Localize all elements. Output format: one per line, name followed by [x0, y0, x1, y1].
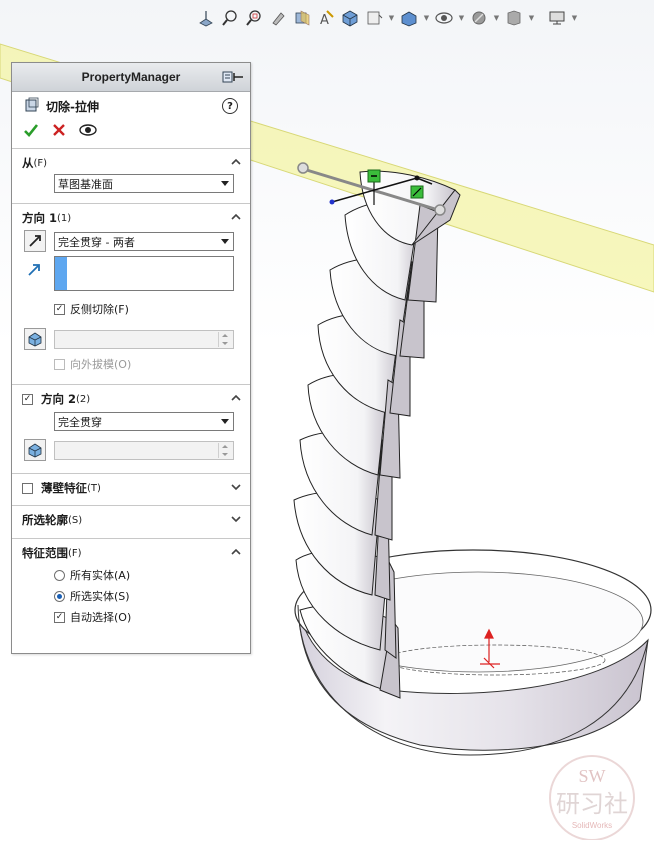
view-orientation-cube-icon[interactable]	[340, 8, 360, 28]
draft-angle-input[interactable]	[54, 330, 234, 349]
chevron-up-icon[interactable]	[231, 212, 241, 222]
selected-bodies-radio[interactable]: 所选实体(S)	[54, 588, 130, 604]
draft-angle-input[interactable]	[54, 441, 234, 460]
chevron-down-icon[interactable]: ▼	[423, 8, 430, 28]
heads-up-view-toolbar: A ▼ ▼ ▼ ▼ ▼ ▼	[196, 6, 578, 30]
draft-button[interactable]	[24, 328, 46, 350]
apply-scene-icon[interactable]	[469, 8, 489, 28]
ok-button[interactable]	[23, 122, 39, 141]
help-button[interactable]: ?	[222, 98, 238, 114]
view-orientation-icon[interactable]	[196, 8, 216, 28]
all-bodies-radio[interactable]: 所有实体(A)	[54, 567, 130, 583]
svg-text:SolidWorks: SolidWorks	[572, 821, 612, 830]
from-section: 从 (F) 草图基准面	[12, 148, 250, 203]
hide-show-items-icon[interactable]	[399, 8, 419, 28]
svg-text:A: A	[320, 13, 329, 27]
selected-contours-header[interactable]: 所选轮廓 (S)	[12, 506, 250, 534]
reverse-direction-button[interactable]	[24, 230, 46, 252]
from-header[interactable]: 从 (F)	[12, 149, 250, 177]
section-view-icon[interactable]	[292, 8, 312, 28]
view-settings-icon[interactable]	[504, 8, 524, 28]
property-manager-titlebar: PropertyManager	[12, 63, 250, 92]
edit-appearance-icon[interactable]	[434, 8, 454, 28]
svg-text:研习社: 研习社	[556, 790, 628, 818]
chevron-up-icon[interactable]	[231, 393, 241, 403]
watermark-logo: SW 研习社 SolidWorks	[549, 755, 635, 840]
feature-name: 切除-拉伸	[46, 99, 99, 114]
flip-side-to-cut-checkbox[interactable]: ✓ 反侧切除(F)	[54, 301, 129, 317]
extruded-cut-icon	[24, 97, 40, 116]
chevron-up-icon[interactable]	[231, 157, 241, 167]
direction2-checkbox[interactable]: ✓	[22, 393, 33, 405]
previous-view-icon[interactable]	[268, 8, 288, 28]
direction2-end-condition-select[interactable]: 完全贯穿	[54, 412, 234, 431]
cancel-button[interactable]	[51, 122, 67, 141]
selected-contours-section: 所选轮廓 (S)	[12, 505, 250, 538]
display-style-icon[interactable]	[364, 8, 384, 28]
pin-icon[interactable]	[222, 70, 244, 84]
from-start-condition-select[interactable]: 草图基准面	[54, 174, 234, 193]
direction1-header[interactable]: 方向 1 (1)	[12, 204, 250, 232]
property-manager-title: PropertyManager	[81, 70, 181, 84]
chevron-down-icon[interactable]	[231, 514, 241, 524]
checkbox-checked[interactable]: ✓	[54, 303, 65, 315]
dynamic-annotation-icon[interactable]: A	[316, 8, 336, 28]
direction1-end-condition-select[interactable]: 完全贯穿 - 两者	[54, 232, 234, 251]
zoom-to-area-icon[interactable]	[244, 8, 264, 28]
draft-button[interactable]	[24, 439, 46, 461]
draft-outward-checkbox[interactable]: 向外拔模(O)	[54, 356, 131, 372]
preview-button[interactable]	[79, 122, 97, 141]
thin-feature-section: 薄壁特征 (T)	[12, 473, 250, 505]
svg-text:SW: SW	[579, 766, 606, 786]
property-manager-panel: PropertyManager 切除-拉伸 ? 从 (F) 草图基准面 方向 1…	[11, 62, 251, 654]
direction-vector-icon	[26, 262, 42, 281]
zoom-to-fit-icon[interactable]	[220, 8, 240, 28]
feature-scope-section: 特征范围 (F) 所有实体(A) 所选实体(S) ✓ 自动选择(O)	[12, 538, 250, 639]
direction-selection-box[interactable]	[54, 256, 234, 291]
feature-scope-header[interactable]: 特征范围 (F)	[12, 539, 250, 567]
feature-header: 切除-拉伸 ?	[12, 92, 250, 120]
chevron-down-icon[interactable]: ▼	[493, 8, 500, 28]
chevron-down-icon[interactable]: ▼	[528, 8, 535, 28]
chevron-down-icon[interactable]: ▼	[458, 8, 465, 28]
direction2-header[interactable]: ✓ 方向 2 (2)	[12, 385, 250, 413]
chevron-down-icon[interactable]	[231, 482, 241, 492]
auto-select-checkbox[interactable]: ✓ 自动选择(O)	[54, 609, 131, 625]
chevron-down-icon[interactable]: ▼	[571, 8, 578, 28]
confirm-row	[12, 120, 250, 142]
direction1-section: 方向 1 (1) 完全贯穿 - 两者 ✓ 反侧切除(F) 向外拔模(O)	[12, 203, 250, 384]
display-settings-icon[interactable]	[547, 8, 567, 28]
chevron-up-icon[interactable]	[231, 547, 241, 557]
direction2-section: ✓ 方向 2 (2) 完全贯穿	[12, 384, 250, 473]
chevron-down-icon[interactable]: ▼	[388, 8, 395, 28]
thin-feature-checkbox[interactable]	[22, 482, 33, 494]
selection-indicator	[55, 257, 67, 290]
thin-feature-header[interactable]: 薄壁特征 (T)	[12, 474, 250, 502]
